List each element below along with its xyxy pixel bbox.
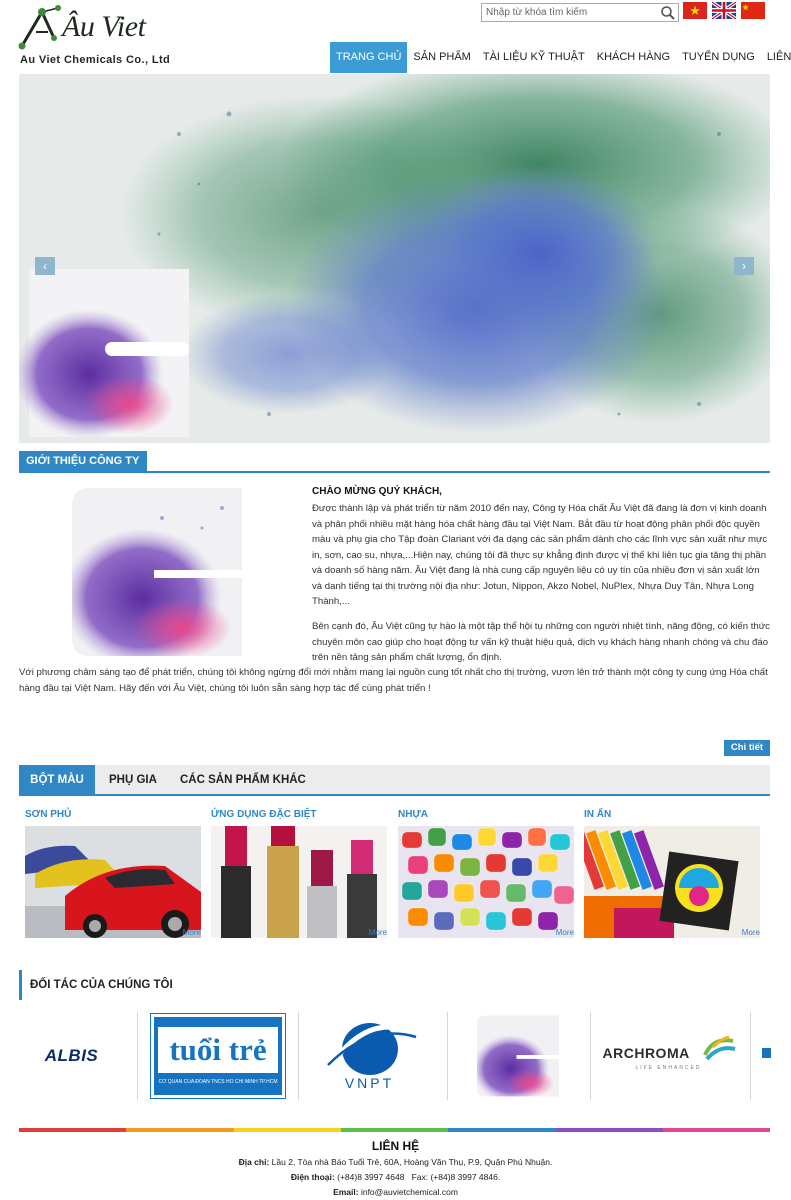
partner-divider (298, 1012, 299, 1100)
footer-address: Địa chỉ: Lầu 2, Tòa nhà Báo Tuổi Trẻ, 60… (0, 1157, 791, 1167)
category-title[interactable]: IN ẤN (584, 808, 760, 826)
vietnam-flag-icon[interactable] (683, 2, 707, 19)
archroma-wordmark: ARCHROMA (602, 1045, 690, 1061)
email-link[interactable]: info@auvietchemical.com (361, 1187, 458, 1197)
main-nav: TRANG CHỦ SẢN PHẨM TÀI LIỆU KỸ THUẬT KHÁ… (330, 42, 791, 73)
stripe-segment (662, 1128, 770, 1132)
stripe-segment (233, 1128, 341, 1132)
details-button[interactable]: Chi tiết (724, 740, 770, 756)
category-title[interactable]: NHỰA (398, 808, 574, 826)
category-image[interactable]: More (584, 826, 760, 938)
stripe-segment (19, 1128, 127, 1132)
cars-image (25, 826, 201, 938)
partner-divider (590, 1012, 591, 1100)
intro-heading: CHÀO MỪNG QUÝ KHÁCH, (312, 486, 442, 497)
email-label: Email: (333, 1187, 359, 1197)
more-link[interactable]: More (556, 928, 574, 937)
phone-label: Điện thoại: (290, 1172, 335, 1182)
category-image[interactable]: More (398, 826, 574, 938)
stripe-segment (340, 1128, 449, 1132)
tab-other-products[interactable]: CÁC SẢN PHẨM KHÁC (180, 765, 306, 795)
address-label: Địa chỉ: (238, 1157, 270, 1167)
site-header: Âu Viet Au Viet Chemicals Co., Ltd TRANG… (0, 0, 791, 74)
category-title[interactable]: SƠN PHỦ (25, 808, 201, 826)
nav-item-home[interactable]: TRANG CHỦ (330, 42, 408, 73)
uk-flag-icon[interactable] (712, 2, 736, 19)
partner-divider (750, 1012, 751, 1100)
footer-color-stripe (19, 1128, 770, 1132)
more-link[interactable]: More (183, 928, 201, 937)
partner-albis[interactable]: ALBIS (19, 1012, 124, 1100)
footer-title: LIÊN HỆ (371, 1139, 420, 1153)
category-image[interactable]: More (211, 826, 387, 938)
archroma-logo: ARCHROMA (599, 1035, 739, 1063)
category-coatings: SƠN PHỦ More (25, 808, 201, 938)
logo-subtitle: Au Viet Chemicals Co., Ltd (20, 54, 171, 66)
search-box (481, 3, 679, 22)
search-icon[interactable] (660, 5, 676, 20)
hero-slider[interactable]: ‹ › (19, 74, 770, 443)
nav-item-contact[interactable]: LIÊN HỆ (761, 42, 791, 73)
tuoitre-logo: tuổi trẻ CƠ QUAN CỦA ĐOÀN TNCS HỒ CHÍ MI… (150, 1013, 286, 1099)
partners-title: ĐỐI TÁC CỦA CHÚNG TÔI (19, 970, 173, 1000)
tabs-divider (19, 794, 770, 796)
stripe-segment (555, 1128, 663, 1132)
tab-pigments[interactable]: BỘT MÀU (19, 765, 95, 795)
category-plastics: NHỰA More (398, 808, 574, 938)
intro-paragraph-2: Bên cạnh đó, Âu Việt cũng tự hào là một … (312, 621, 770, 663)
category-title[interactable]: ỨNG DỤNG ĐẶC BIỆT (211, 808, 387, 826)
partner-archroma[interactable]: ARCHROMA LIFE ENHANCED (596, 1012, 741, 1100)
logo-text: Âu Viet (62, 10, 146, 43)
more-link[interactable]: More (369, 928, 387, 937)
lipsticks-image (211, 826, 387, 938)
intro-paragraph-3: Với phương châm sáng tạo để phát triển, … (19, 667, 768, 694)
more-link[interactable]: More (742, 928, 760, 937)
tuoitre-wordmark: tuổi trẻ (158, 1027, 278, 1073)
partner-divider (137, 1012, 138, 1100)
tuoitre-caption: CƠ QUAN CỦA ĐOÀN TNCS HỒ CHÍ MINH TP.HCM (158, 1079, 278, 1085)
address-value: Lầu 2, Tòa nhà Báo Tuổi Trẻ, 60A, Hoàng … (271, 1157, 553, 1167)
nav-item-careers[interactable]: TUYỂN DỤNG (676, 42, 761, 73)
category-special: ỨNG DỤNG ĐẶC BIỆT More (211, 808, 387, 938)
partner-auviet[interactable] (455, 1012, 580, 1100)
vnpt-logo-icon (326, 1023, 416, 1075)
stripe-segment (126, 1128, 234, 1132)
auviet-logo-image (476, 1015, 559, 1097)
fax-label: Fax: (411, 1172, 429, 1182)
hero-pigment-image (19, 74, 770, 443)
archroma-swirl-icon (702, 1035, 735, 1061)
archroma-tagline: LIFE ENHANCED (635, 1065, 702, 1071)
slider-next-button[interactable]: › (734, 257, 754, 275)
partner-vnpt[interactable]: VNPT (302, 1012, 437, 1100)
nav-item-products[interactable]: SẢN PHẨM (407, 42, 476, 73)
partner-next-peek (762, 1048, 771, 1058)
partner-divider (447, 1012, 448, 1100)
partner-tuoitre[interactable]: tuổi trẻ CƠ QUAN CỦA ĐOÀN TNCS HỒ CHÍ MI… (150, 1012, 286, 1100)
nav-item-technical-docs[interactable]: TÀI LIỆU KỸ THUẬT (477, 42, 591, 73)
intro-logo-image (72, 488, 242, 656)
phone-value: (+84)8 3997 4648 (337, 1172, 405, 1182)
stripe-segment (448, 1128, 556, 1132)
category-image[interactable]: More (25, 826, 201, 938)
china-flag-icon[interactable] (741, 2, 765, 19)
company-logo[interactable]: Âu Viet Au Viet Chemicals Co., Ltd (18, 4, 178, 68)
plastic-beads-image (398, 826, 574, 938)
printing-image (584, 826, 760, 938)
search-input[interactable] (482, 4, 658, 21)
footer-email: Email: info@auvietchemical.com (0, 1187, 791, 1197)
nav-item-customers[interactable]: KHÁCH HÀNG (591, 42, 676, 73)
albis-logo: ALBIS (44, 1046, 99, 1065)
intro-section-title: GIỚI THIỆU CÔNG TY (19, 451, 148, 472)
fax-value: (+84)8 3997 4846. (430, 1172, 501, 1182)
slider-prev-button[interactable]: ‹ (35, 257, 55, 275)
tab-additives[interactable]: PHỤ GIA (109, 765, 157, 795)
product-tabs: BỘT MÀU PHỤ GIA CÁC SẢN PHẨM KHÁC (19, 765, 770, 795)
intro-divider (19, 471, 770, 473)
intro-paragraph-1: Được thành lập và phát triển từ năm 2010… (312, 503, 768, 607)
footer-phone: Điện thoại: (+84)8 3997 4648 Fax: (+84)8… (0, 1172, 791, 1182)
category-printing: IN ẤN More (584, 808, 760, 938)
vnpt-wordmark: VNPT (344, 1075, 395, 1091)
